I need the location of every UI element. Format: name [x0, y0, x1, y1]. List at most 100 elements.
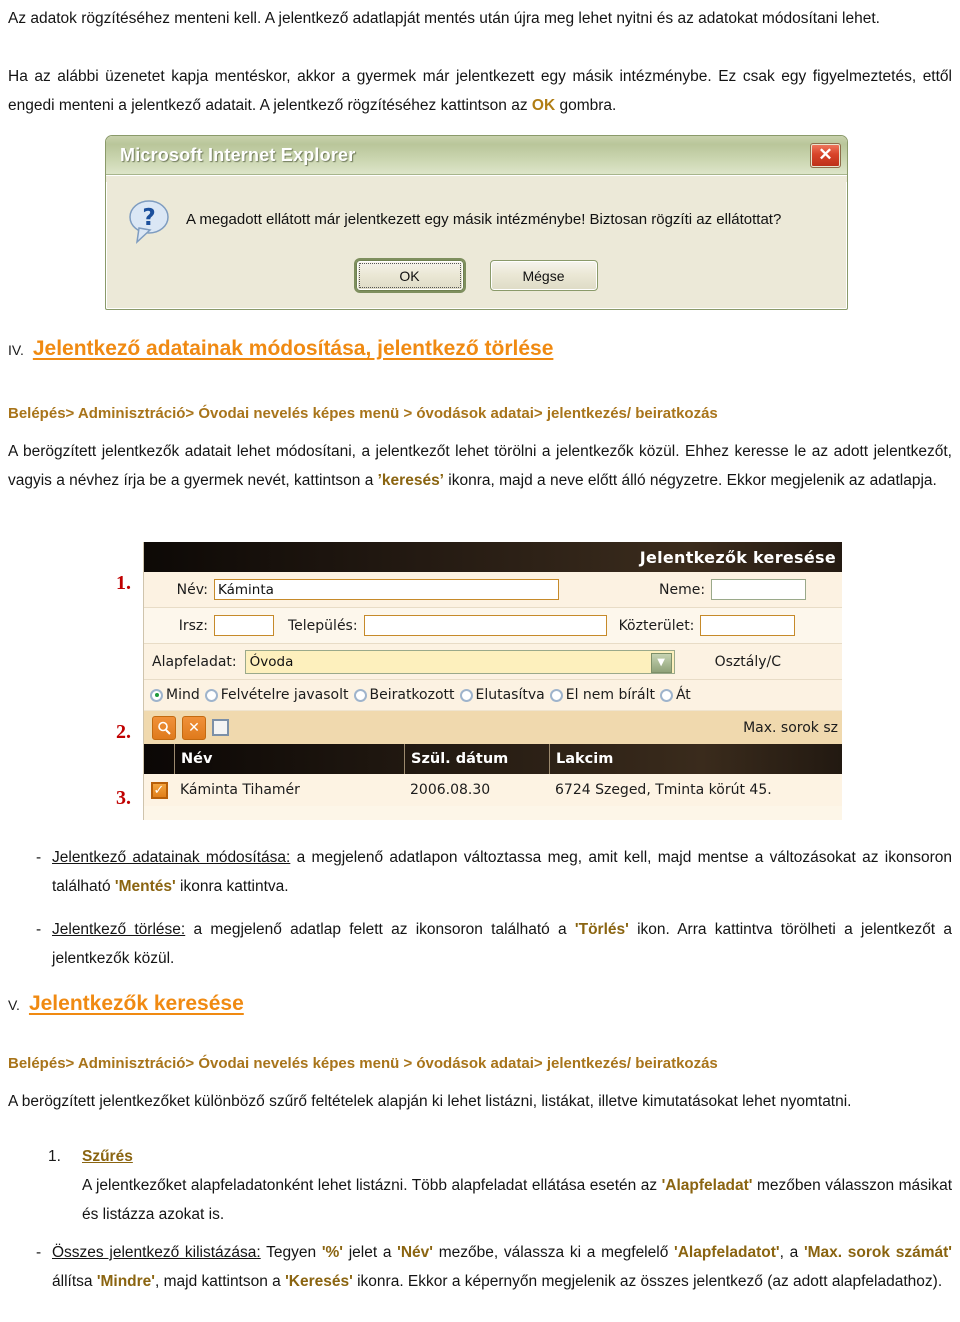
form-row-cim: Irsz: Település: Közterület:	[144, 608, 842, 644]
radio-dot-icon	[659, 688, 673, 702]
row-lakcim: 6724 Szeged, Tminta körút 45.	[555, 782, 772, 798]
nev-input[interactable]: Káminta	[214, 579, 559, 600]
radio-dot-icon	[150, 688, 163, 702]
bullet-marker: -	[36, 1244, 42, 1261]
breadcrumb: Belépés> Adminisztráció> Óvodai nevelés …	[8, 405, 718, 422]
ok-button[interactable]: OK	[355, 260, 464, 291]
sub2-lead: Összes jelentkező kilistázása:	[52, 1244, 261, 1261]
list-item: - Jelentkező törlése: a megjelenő adatla…	[8, 915, 952, 973]
intro-text-2: Ha az alábbi üzenetet kapja mentéskor, a…	[8, 62, 952, 120]
intro-text-1: Az adatok rögzítéséhez menteni kell. A j…	[8, 10, 880, 27]
breadcrumb: Belépés> Adminisztráció> Óvodai nevelés …	[8, 1055, 718, 1072]
radio-beiratkozott[interactable]: Beiratkozott	[353, 687, 455, 703]
nev-label: Név:	[176, 581, 208, 598]
radio-label: Felvételre javasolt	[220, 687, 349, 703]
maxrows-label: Max. sorok sz	[743, 719, 838, 736]
alapfeladat-select[interactable]: Óvoda ▼	[244, 649, 675, 674]
alapfeladatot-keyword: 'Alapfeladatot'	[674, 1244, 780, 1261]
sub2-t6: , majd kattintson a	[155, 1273, 286, 1290]
telepules-input[interactable]	[363, 615, 607, 636]
radio-label: El nem bírált	[565, 687, 655, 703]
ie-dialog-title: Microsoft Internet Explorer	[120, 144, 356, 165]
results-table-header: Név Szül. dátum Lakcim	[144, 744, 842, 774]
sub1-text: A jelentkezőket alapfeladatonként lehet …	[82, 1171, 952, 1229]
maxsorok-keyword: 'Max. sorok számát'	[803, 1244, 952, 1261]
radio-label: Át	[675, 687, 691, 703]
radio-label: Mind	[166, 687, 200, 703]
jelentkezok-kereses-panel: Jelentkezők keresése Név: Káminta Neme: …	[143, 542, 842, 820]
question-mark-icon: ?	[128, 198, 170, 244]
ok-keyword: OK	[531, 97, 556, 114]
bullet-lead: Jelentkező adatainak módosítása:	[52, 849, 291, 866]
ie-dialog-titlebar: Microsoft Internet Explorer ✕	[106, 136, 847, 175]
panel-title: Jelentkezők keresése	[144, 542, 842, 572]
table-row[interactable]: ✓ Káminta Tihamér 2006.08.30 6724 Szeged…	[144, 774, 842, 806]
sub2-t4: , a	[779, 1244, 804, 1261]
sub2-t1: Tegyen	[260, 1244, 322, 1261]
ie-dialog-buttons: OK Mégse	[106, 260, 847, 291]
section-4-text-b: ikonra, majd a neve előtt álló négyzetre…	[444, 472, 937, 489]
app-screenshot: Jelentkezők keresése Név: Káminta Neme: …	[143, 542, 842, 820]
ie-dialog-screenshot: Microsoft Internet Explorer ✕ ? A megado…	[105, 135, 848, 310]
section-5-heading: V. Jelentkezők keresése	[8, 992, 244, 1016]
sub2-t7: ikonra. Ekkor a képernyőn megjelenik az …	[352, 1273, 943, 1290]
radio-el-nem-biralt[interactable]: El nem bírált	[549, 687, 655, 703]
magnifier-icon[interactable]	[152, 715, 176, 740]
intro-text-2a: Ha az alábbi üzenetet kapja mentéskor, a…	[8, 68, 952, 114]
list-item: 1. Szűrés	[8, 1142, 952, 1171]
row-checkbox-cell[interactable]: ✓	[144, 774, 174, 806]
section-5-text: A berögzített jelentkezőket különböző sz…	[8, 1093, 852, 1110]
neme-input[interactable]	[711, 579, 807, 600]
sub2-t5: állítsa	[52, 1273, 97, 1290]
svg-text:?: ?	[142, 205, 155, 231]
neme-label: Neme:	[659, 581, 706, 598]
form-row-nev: Név: Káminta Neme:	[144, 572, 842, 608]
form-row-alapfeladat: Alapfeladat: Óvoda ▼ Osztály/C	[144, 644, 842, 680]
cancel-button[interactable]: Mégse	[489, 260, 598, 291]
sub1-text-a: A jelentkezőket alapfeladatonként lehet …	[82, 1177, 662, 1194]
section-4-heading: IV. Jelentkező adatainak módosítása, jel…	[8, 337, 553, 361]
bullet-lead: Jelentkező törlése:	[52, 921, 186, 938]
keresés-keyword: ’keresés’	[377, 472, 444, 489]
alapfeladat-value: Óvoda	[249, 653, 294, 670]
section-5-number: V.	[8, 997, 20, 1013]
kozterulet-label: Közterület:	[618, 617, 695, 634]
radio-felvetelre-javasolt[interactable]: Felvételre javasolt	[204, 687, 349, 703]
select-all-checkbox[interactable]	[212, 719, 229, 736]
marker-2: 2.	[116, 721, 131, 743]
list-item: - Jelentkező adatainak módosítása: a meg…	[8, 843, 952, 901]
section-5-breadcrumb-wrap: Belépés> Adminisztráció> Óvodai nevelés …	[8, 1055, 952, 1072]
ie-dialog-message: A megadott ellátott már jelentkezett egy…	[186, 211, 782, 228]
sub2-text: Összes jelentkező kilistázása: Tegyen '%…	[52, 1238, 952, 1296]
torles-keyword: 'Törlés'	[574, 921, 629, 938]
col-header-szul-datum: Szül. dátum	[404, 744, 549, 774]
close-icon[interactable]: ✕	[810, 142, 841, 168]
bullet-text-b: ikonra kattintva.	[175, 878, 289, 895]
section-4-body: A berögzített jelentkezők adatait lehet …	[8, 437, 952, 495]
x-icon[interactable]: ✕	[182, 715, 206, 740]
radio-mind[interactable]: Mind	[150, 687, 200, 703]
radio-at[interactable]: Át	[659, 687, 691, 703]
radio-dot-icon	[204, 688, 218, 702]
section-4-breadcrumb-wrap: Belépés> Adminisztráció> Óvodai nevelés …	[8, 405, 952, 422]
radio-elutasitva[interactable]: Elutasítva	[459, 687, 545, 703]
results-toolbar: ✕ Max. sorok sz	[144, 711, 842, 744]
sub2-t2: jelet a	[342, 1244, 398, 1261]
section-4-text: A berögzített jelentkezők adatait lehet …	[8, 437, 952, 495]
radio-dot-icon	[353, 688, 367, 702]
sub2-t3: mezőbe, válassza ki a megfelelő	[432, 1244, 675, 1261]
row-checkbox[interactable]: ✓	[150, 781, 168, 799]
document-page: Az adatok rögzítéséhez menteni kell. A j…	[0, 0, 960, 1322]
kozterulet-input[interactable]	[700, 615, 796, 636]
intro-paragraph-1: Az adatok rögzítéséhez menteni kell. A j…	[8, 4, 952, 33]
section-4-title: Jelentkező adatainak módosítása, jelentk…	[32, 337, 554, 360]
marker-3: 3.	[116, 787, 131, 809]
chevron-down-icon[interactable]: ▼	[650, 652, 672, 673]
alapfeladat-label: Alapfeladat:	[152, 653, 237, 670]
radio-label: Elutasítva	[475, 687, 545, 703]
alapfeladat-keyword: 'Alapfeladat'	[661, 1177, 753, 1194]
col-header-nev: Név	[174, 744, 404, 774]
irsz-input[interactable]	[214, 615, 274, 636]
section-5-body: A berögzített jelentkezőket különböző sz…	[8, 1087, 952, 1116]
radio-dot-icon	[549, 688, 563, 702]
